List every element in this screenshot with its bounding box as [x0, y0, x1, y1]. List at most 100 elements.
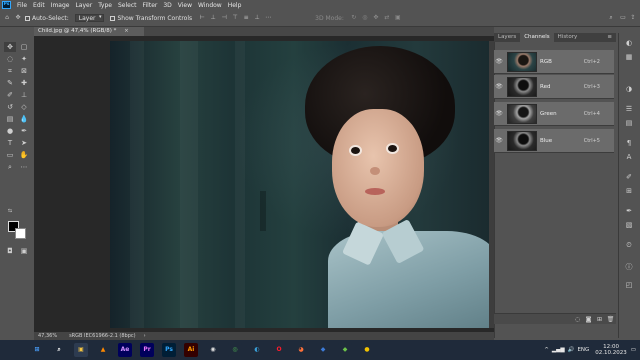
eraser-tool-icon[interactable]: ◇: [18, 102, 30, 112]
rectangle-tool-icon[interactable]: ▭: [4, 150, 16, 160]
info-panel-icon[interactable]: ⓘ: [623, 262, 635, 272]
save-selection-icon[interactable]: ◙: [583, 316, 594, 323]
brushes-panel-icon[interactable]: ✐: [623, 172, 635, 182]
path-selection-tool-icon[interactable]: ➤: [18, 138, 30, 148]
menu-type[interactable]: Type: [95, 2, 115, 9]
move-tool-icon[interactable]: ✥: [14, 14, 22, 22]
tab-layers[interactable]: Layers: [494, 33, 520, 42]
volume-icon[interactable]: 🔊: [568, 347, 575, 353]
taskbar-chrome-icon[interactable]: ◎: [228, 343, 242, 357]
color-panel-icon[interactable]: ◐: [623, 38, 635, 48]
more-options-icon[interactable]: ⋯: [264, 14, 272, 22]
menu-file[interactable]: File: [14, 2, 30, 9]
dodge-tool-icon[interactable]: ●: [4, 126, 16, 136]
show-transform-option[interactable]: Show Transform Controls: [110, 15, 192, 22]
background-color-swatch[interactable]: [15, 228, 26, 239]
align-right-icon[interactable]: ⊣: [220, 14, 228, 22]
libraries-panel-icon[interactable]: ▤: [623, 118, 635, 128]
pen-tool-icon[interactable]: ✒: [18, 126, 30, 136]
taskbar-app-blue-icon[interactable]: ◆: [316, 343, 330, 357]
hand-tool-icon[interactable]: ✋: [18, 150, 30, 160]
auto-select-option[interactable]: Auto-Select:: [25, 15, 69, 22]
eye-icon[interactable]: 👁: [494, 137, 504, 144]
blur-tool-icon[interactable]: 💧: [18, 114, 30, 124]
network-icon[interactable]: ▂▄▆: [552, 347, 565, 353]
menu-window[interactable]: Window: [195, 2, 225, 9]
3d-scale-icon[interactable]: ▣: [394, 14, 402, 22]
taskbar-ai-icon[interactable]: Ai: [184, 343, 198, 357]
taskbar-search-icon[interactable]: ⌕: [52, 343, 66, 357]
align-top-icon[interactable]: ⊤: [231, 14, 239, 22]
align-left-icon[interactable]: ⊢: [198, 14, 206, 22]
menu-3d[interactable]: 3D: [160, 2, 174, 9]
taskbar-ae-icon[interactable]: Ae: [118, 343, 132, 357]
menu-filter[interactable]: Filter: [140, 2, 161, 9]
share-icon[interactable]: ⇪: [629, 14, 637, 22]
taskbar-obs-icon[interactable]: ◉: [206, 343, 220, 357]
eye-icon[interactable]: 👁: [494, 110, 504, 117]
brush-tool-icon[interactable]: ✐: [4, 90, 16, 100]
zoom-level[interactable]: 47,36%: [34, 332, 57, 340]
paragraph-panel-icon[interactable]: ¶: [623, 138, 635, 148]
zoom-tool-icon[interactable]: ⌕: [4, 162, 16, 172]
menu-select[interactable]: Select: [115, 2, 140, 9]
type-tool-icon[interactable]: T: [4, 138, 16, 148]
menu-view[interactable]: View: [175, 2, 195, 9]
screen-mode-icon[interactable]: ▣: [18, 246, 30, 256]
taskbar-opera-icon[interactable]: O: [272, 343, 286, 357]
timeline-panel-icon[interactable]: ⏲: [623, 240, 635, 250]
taskbar-pr-icon[interactable]: Pr: [140, 343, 154, 357]
menu-help[interactable]: Help: [225, 2, 245, 9]
eye-icon[interactable]: 👁: [494, 83, 504, 90]
taskbar-ps-icon[interactable]: Ps: [162, 343, 176, 357]
show-transform-checkbox[interactable]: [110, 15, 116, 21]
properties-panel-icon[interactable]: ☰: [623, 104, 635, 114]
align-middle-icon[interactable]: ≡: [242, 14, 250, 22]
clock[interactable]: 12:00 02.10.2023: [595, 344, 627, 357]
eyedropper-tool-icon[interactable]: ✎: [4, 78, 16, 88]
artboard-tool-icon[interactable]: ▢: [18, 42, 30, 52]
styles-panel-icon[interactable]: ▧: [623, 220, 635, 230]
document-image[interactable]: [110, 41, 493, 328]
taskbar-start-icon[interactable]: ⊞: [30, 343, 44, 357]
delete-channel-icon[interactable]: 🗑: [605, 316, 616, 323]
history-brush-tool-icon[interactable]: ↺: [4, 102, 16, 112]
menu-layer[interactable]: Layer: [72, 2, 95, 9]
gradient-tool-icon[interactable]: ▤: [4, 114, 16, 124]
crop-tool-icon[interactable]: ⌗: [4, 66, 16, 76]
3d-roll-icon[interactable]: ◎: [361, 14, 369, 22]
auto-select-checkbox[interactable]: [25, 15, 30, 21]
frame-tool-icon[interactable]: ⊠: [18, 66, 30, 76]
paths-panel-icon[interactable]: ✒: [623, 206, 635, 216]
navigator-panel-icon[interactable]: ◰: [623, 280, 635, 290]
search-icon[interactable]: ⌕: [607, 14, 615, 22]
tab-channels[interactable]: Channels: [520, 33, 554, 42]
align-center-icon[interactable]: ⊥: [209, 14, 217, 22]
3d-pan-icon[interactable]: ✥: [372, 14, 380, 22]
new-channel-icon[interactable]: ⊞: [594, 316, 605, 323]
channel-row-green[interactable]: 👁 Green Ctrl+4: [494, 102, 614, 126]
taskbar-vlc-icon[interactable]: ▲: [96, 343, 110, 357]
brush-settings-panel-icon[interactable]: ⊞: [623, 186, 635, 196]
document-tab[interactable]: Child.jpg @ 47,4% (RGB/8) * ×: [34, 27, 144, 36]
taskbar-firefox-icon[interactable]: ◕: [294, 343, 308, 357]
language-indicator[interactable]: ENG: [577, 347, 589, 353]
status-arrow-icon[interactable]: ›: [140, 332, 146, 340]
swap-colors-icon[interactable]: ⇆: [4, 206, 16, 216]
taskbar-files-icon[interactable]: ▣: [74, 343, 88, 357]
3d-slide-icon[interactable]: ⇄: [383, 14, 391, 22]
menu-image[interactable]: Image: [48, 2, 73, 9]
home-icon[interactable]: ⌂: [3, 14, 11, 22]
tab-history[interactable]: History: [554, 33, 582, 42]
workspace-icon[interactable]: ▭: [619, 14, 627, 22]
menu-edit[interactable]: Edit: [30, 2, 48, 9]
move-tool-icon[interactable]: ✥: [4, 42, 16, 52]
channel-row-red[interactable]: 👁 Red Ctrl+3: [494, 75, 614, 99]
taskbar-edge-icon[interactable]: ◐: [250, 343, 264, 357]
healing-brush-tool-icon[interactable]: ✚: [18, 78, 30, 88]
close-tab-icon[interactable]: ×: [124, 28, 129, 34]
clone-stamp-tool-icon[interactable]: ⊥: [18, 90, 30, 100]
load-selection-icon[interactable]: ◌: [572, 316, 583, 323]
lasso-tool-icon[interactable]: ◌: [4, 54, 16, 64]
auto-select-dropdown[interactable]: Layer: [74, 14, 105, 22]
